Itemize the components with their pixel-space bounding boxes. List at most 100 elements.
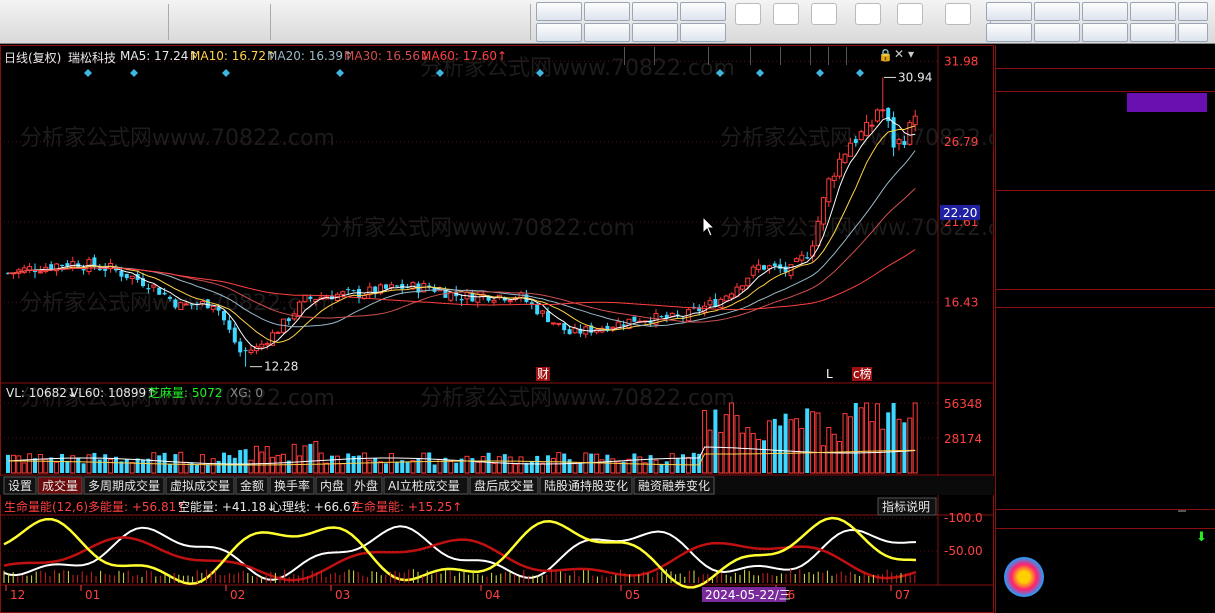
volume-bar-up <box>842 413 848 474</box>
chart-menu-item[interactable] <box>828 47 833 65</box>
candle-body-down <box>853 139 858 144</box>
quick-link-button[interactable] <box>680 2 726 21</box>
volume-bar-up <box>826 427 832 474</box>
select-stock-icon <box>501 3 523 25</box>
pen-button[interactable] <box>408 1 440 43</box>
volume-bar-up <box>707 429 713 474</box>
chart-menu-item[interactable] <box>750 47 755 65</box>
candle-body-down <box>772 263 777 266</box>
candle-body-up <box>912 115 918 126</box>
volume-bar-down <box>114 456 118 473</box>
market-link-button[interactable] <box>1178 23 1208 42</box>
close-icon[interactable]: ✕ <box>894 47 904 61</box>
volume-bar-down <box>783 413 788 473</box>
chart-menu-item[interactable] <box>654 47 659 65</box>
market-link-button[interactable] <box>986 23 1032 42</box>
chart-menu-item[interactable] <box>708 47 713 65</box>
volume-bar-up <box>702 409 708 474</box>
market-link-button[interactable] <box>1082 23 1128 42</box>
candle-body-up <box>837 158 843 177</box>
correct-button[interactable] <box>108 1 140 43</box>
candle-body-up <box>183 303 189 306</box>
candle-body-up <box>756 264 762 270</box>
chart-menu-item[interactable] <box>846 47 851 65</box>
chart-menu-item[interactable] <box>810 47 815 65</box>
dragon-button[interactable] <box>768 1 804 43</box>
chart-button[interactable] <box>730 1 766 43</box>
volume-bar-up <box>729 402 735 474</box>
f10-button[interactable] <box>312 1 352 43</box>
candle-body-up <box>178 302 184 310</box>
candle-body-up <box>297 301 303 317</box>
candle-body-up <box>858 131 864 141</box>
hot-button[interactable] <box>850 1 886 43</box>
volume-bar-up <box>129 461 135 474</box>
volume-bar-up <box>626 458 632 474</box>
quick-link-button[interactable] <box>536 23 582 42</box>
volume-bar-down <box>891 403 896 473</box>
candle-body-down <box>205 299 210 309</box>
chart-panel[interactable]: 分析家公式网www.70822.com 分析家公式网www.70822.com 分析… <box>0 45 994 613</box>
market-link-button[interactable] <box>1130 2 1176 21</box>
buy-button[interactable] <box>176 1 208 43</box>
menu-dropdown-icon[interactable]: ▾ <box>908 47 914 61</box>
pe-button[interactable] <box>806 1 842 43</box>
volume-bar-down <box>567 459 572 473</box>
volume-bar-up <box>556 452 562 474</box>
volume-bar-down <box>405 462 410 473</box>
candle-body-up <box>739 285 745 290</box>
market-link-button[interactable] <box>1082 2 1128 21</box>
volume-bar-down <box>605 454 610 473</box>
quick-link-button[interactable] <box>536 2 582 21</box>
sell-button[interactable] <box>208 1 240 43</box>
volume-bar-up <box>253 445 259 474</box>
chart-menu-item[interactable] <box>780 47 785 65</box>
period-label[interactable]: 日线(复权) <box>4 49 61 66</box>
market-link-button[interactable] <box>986 2 1032 21</box>
market-link-button[interactable] <box>1130 23 1176 42</box>
volume-bar-down <box>195 464 199 473</box>
market-link-button[interactable] <box>1178 2 1208 21</box>
volume-bar-up <box>896 418 902 474</box>
indicator-duo-readout: 多能量: +56.81↑ <box>88 500 186 514</box>
candle-body-up <box>388 284 394 288</box>
candle-body-down <box>286 318 291 322</box>
volume-bar-down <box>664 461 669 473</box>
market-link-button[interactable] <box>1034 23 1080 42</box>
divider <box>996 190 1215 191</box>
volume-bar-up <box>302 445 308 474</box>
ipo-button[interactable] <box>892 1 928 43</box>
volume-bar-down <box>589 453 594 473</box>
clock-icon <box>145 3 167 25</box>
candle-body-up <box>448 291 454 301</box>
indicator-tab-label: 金额 <box>240 478 264 493</box>
quick-link-button[interactable] <box>632 2 678 21</box>
quick-link-button[interactable] <box>632 23 678 42</box>
indicator-tab-label: 陆股通持股变化 <box>544 478 628 493</box>
quick-link-button[interactable] <box>584 2 630 21</box>
market-link-button[interactable] <box>1034 2 1080 21</box>
volume-bar-up <box>334 455 340 474</box>
peer-button[interactable] <box>1178 510 1186 512</box>
star-button[interactable] <box>278 1 310 43</box>
globe-button[interactable] <box>940 1 976 43</box>
current-price-label: 22.20 <box>943 206 977 220</box>
chart-menu-item[interactable] <box>624 47 629 65</box>
hammer-button[interactable] <box>240 1 272 43</box>
select-stock-button[interactable] <box>496 1 528 43</box>
volume-bar-up <box>27 453 33 474</box>
quick-link-button[interactable] <box>584 23 630 42</box>
volume-bar-up <box>907 417 913 474</box>
back-arrow-button[interactable] <box>38 1 70 43</box>
lock-icon[interactable]: 🔒 <box>878 48 893 62</box>
candle-body-up <box>37 271 43 274</box>
stock-name-label: 瑞松科技 <box>68 51 117 65</box>
discuss-button[interactable] <box>452 1 484 43</box>
candle-body-down <box>470 293 475 302</box>
date-axis-label: 04 <box>485 588 500 602</box>
indicator-tab-label: 多周期成交量 <box>88 478 160 493</box>
cycle-button[interactable] <box>364 1 396 43</box>
kline-chart-canvas[interactable]: 分析家公式网www.70822.com 分析家公式网www.70822.com 分析… <box>0 45 994 613</box>
quick-link-button[interactable] <box>680 23 726 42</box>
candle-body-up <box>669 312 675 317</box>
